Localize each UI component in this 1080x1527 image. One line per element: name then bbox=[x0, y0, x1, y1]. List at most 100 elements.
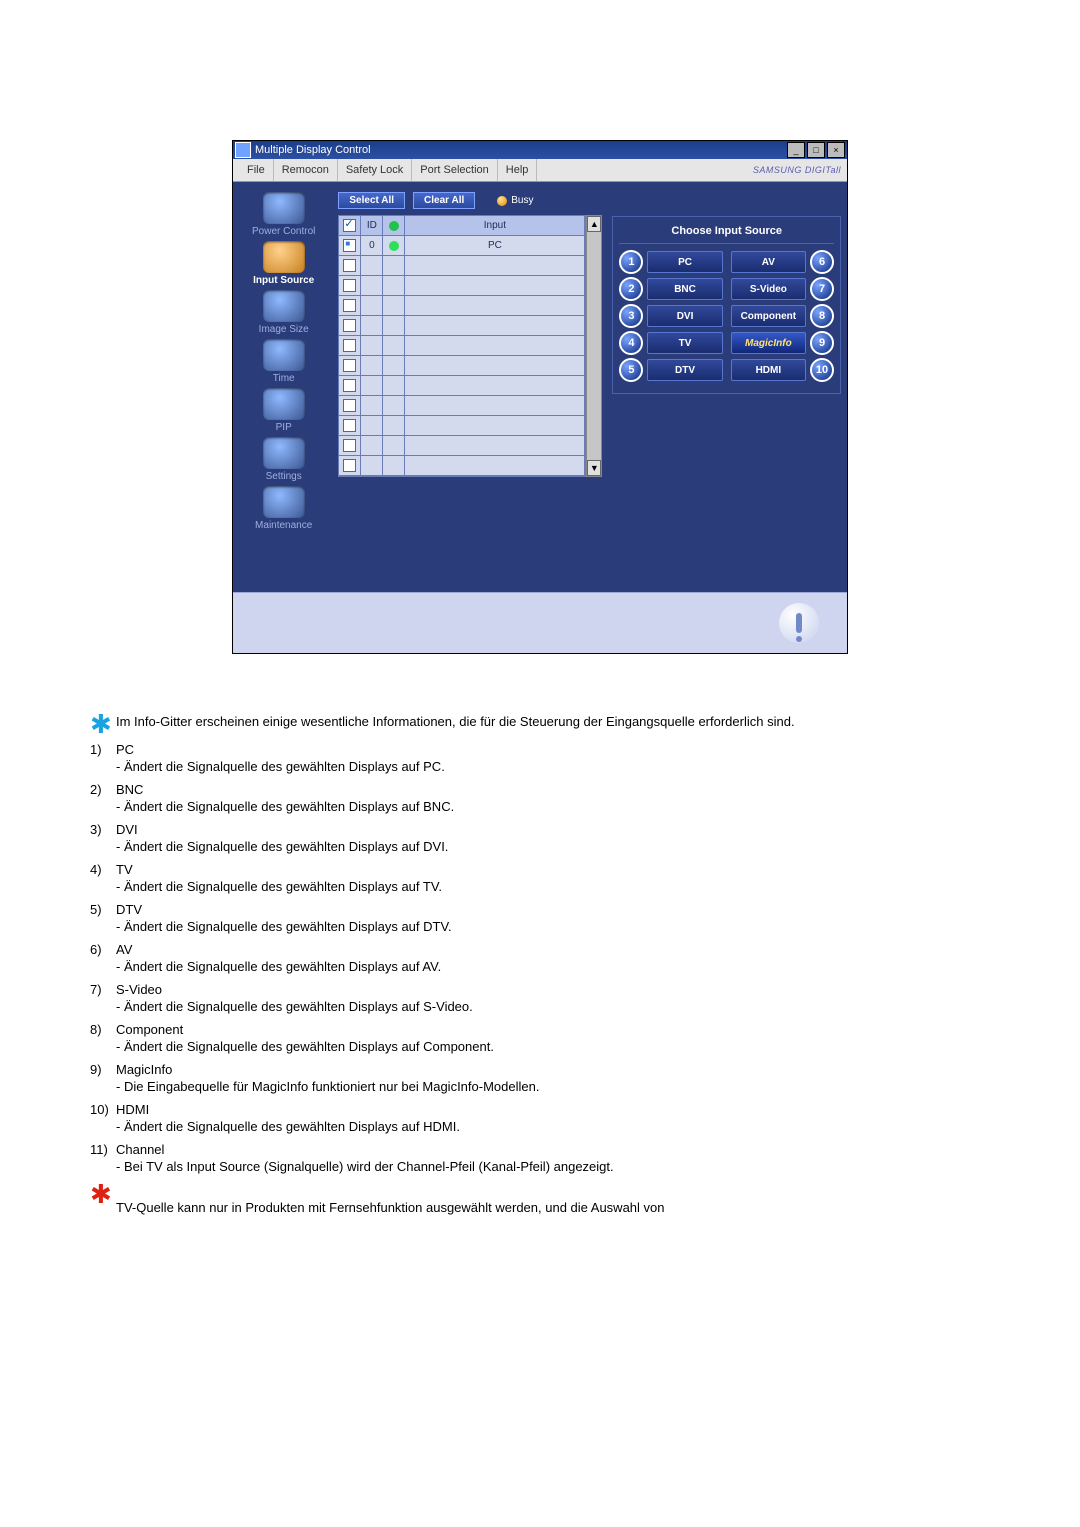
sidebar-item-label: Time bbox=[240, 373, 328, 384]
grid-row[interactable] bbox=[339, 276, 585, 296]
item-number: 7) bbox=[90, 982, 116, 1014]
source-number-9: 9 bbox=[810, 331, 834, 355]
item-number: 8) bbox=[90, 1022, 116, 1054]
menu-safety[interactable]: Safety Lock bbox=[338, 159, 412, 181]
row-checkbox[interactable] bbox=[343, 299, 356, 312]
select-all-button[interactable]: Select All bbox=[338, 192, 405, 209]
row-checkbox[interactable] bbox=[343, 399, 356, 412]
source-number-5: 5 bbox=[619, 358, 643, 382]
grid-row[interactable] bbox=[339, 396, 585, 416]
minimize-button[interactable]: _ bbox=[787, 142, 805, 158]
item-number: 5) bbox=[90, 902, 116, 934]
grid-header: ID Input bbox=[339, 216, 585, 236]
row-checkbox[interactable] bbox=[343, 359, 356, 372]
busy-icon bbox=[497, 196, 507, 206]
titlebar[interactable]: Multiple Display Control _ □ × bbox=[233, 141, 847, 159]
grid-row[interactable] bbox=[339, 356, 585, 376]
sidebar-item-settings[interactable]: Settings bbox=[240, 437, 328, 482]
item-title: MagicInfo bbox=[116, 1062, 995, 1077]
maximize-button[interactable]: □ bbox=[807, 142, 825, 158]
sidebar-item-input-source[interactable]: Input Source bbox=[240, 241, 328, 286]
close-button[interactable]: × bbox=[827, 142, 845, 158]
source-av-button[interactable]: AV bbox=[731, 251, 806, 273]
source-component-button[interactable]: Component bbox=[731, 305, 806, 327]
row-checkbox[interactable] bbox=[343, 339, 356, 352]
list-item: 11) Channel - Bei TV als Input Source (S… bbox=[90, 1142, 995, 1174]
col-header-check[interactable] bbox=[339, 216, 361, 236]
grid-row[interactable]: 0 PC bbox=[339, 236, 585, 256]
grid-row[interactable] bbox=[339, 376, 585, 396]
row-checkbox[interactable] bbox=[343, 459, 356, 472]
clear-all-button[interactable]: Clear All bbox=[413, 192, 475, 209]
item-desc: - Ändert die Signalquelle des gewählten … bbox=[116, 799, 995, 814]
sidebar-item-label: Input Source bbox=[240, 275, 328, 286]
sidebar-item-pip[interactable]: PIP bbox=[240, 388, 328, 433]
list-item: 3) DVI - Ändert die Signalquelle des gew… bbox=[90, 822, 995, 854]
col-header-id[interactable]: ID bbox=[361, 216, 383, 236]
scroll-down-icon[interactable]: ▼ bbox=[587, 460, 601, 476]
grid-row[interactable] bbox=[339, 316, 585, 336]
source-svideo-button[interactable]: S-Video bbox=[731, 278, 806, 300]
mdc-window: Multiple Display Control _ □ × File Remo… bbox=[232, 140, 848, 654]
list-item: 2) BNC - Ändert die Signalquelle des gew… bbox=[90, 782, 995, 814]
sidebar: Power Control Input Source Image Size Ti… bbox=[233, 182, 334, 592]
source-bnc-button[interactable]: BNC bbox=[647, 278, 722, 300]
row-checkbox[interactable] bbox=[343, 419, 356, 432]
grid-row[interactable] bbox=[339, 456, 585, 476]
grid-scrollbar[interactable]: ▲ ▼ bbox=[586, 215, 602, 477]
list-item: 5) DTV - Ändert die Signalquelle des gew… bbox=[90, 902, 995, 934]
row-checkbox[interactable] bbox=[343, 279, 356, 292]
list-item: 7) S-Video - Ändert die Signalquelle des… bbox=[90, 982, 995, 1014]
list-item: 9) MagicInfo - Die Eingabequelle für Mag… bbox=[90, 1062, 995, 1094]
col-header-input[interactable]: Input bbox=[405, 216, 585, 236]
brand-logo: SAMSUNG DIGITall bbox=[753, 165, 841, 175]
item-desc: - Ändert die Signalquelle des gewählten … bbox=[116, 1039, 995, 1054]
item-number: 10) bbox=[90, 1102, 116, 1134]
list-item: 6) AV - Ändert die Signalquelle des gewä… bbox=[90, 942, 995, 974]
source-pc-button[interactable]: PC bbox=[647, 251, 722, 273]
document-body: ✱ Im Info-Gitter erscheinen einige wesen… bbox=[90, 714, 995, 1215]
item-number: 3) bbox=[90, 822, 116, 854]
sidebar-item-label: Settings bbox=[240, 471, 328, 482]
maintenance-icon bbox=[263, 486, 305, 518]
menu-help[interactable]: Help bbox=[498, 159, 538, 181]
source-dvi-button[interactable]: DVI bbox=[647, 305, 722, 327]
row-checkbox[interactable] bbox=[343, 319, 356, 332]
sidebar-item-time[interactable]: Time bbox=[240, 339, 328, 384]
grid-row[interactable] bbox=[339, 256, 585, 276]
panel-title: Choose Input Source bbox=[619, 221, 834, 244]
source-number-6: 6 bbox=[810, 250, 834, 274]
sidebar-item-maintenance[interactable]: Maintenance bbox=[240, 486, 328, 531]
row-checkbox[interactable] bbox=[343, 439, 356, 452]
item-desc: - Bei TV als Input Source (Signalquelle)… bbox=[116, 1159, 995, 1174]
source-tv-button[interactable]: TV bbox=[647, 332, 722, 354]
row-checkbox[interactable] bbox=[343, 239, 356, 252]
image-size-icon bbox=[263, 290, 305, 322]
source-magicinfo-button[interactable]: MagicInfo bbox=[731, 332, 806, 354]
source-dtv-button[interactable]: DTV bbox=[647, 359, 722, 381]
item-number: 6) bbox=[90, 942, 116, 974]
sidebar-item-power-control[interactable]: Power Control bbox=[240, 192, 328, 237]
grid-row[interactable] bbox=[339, 416, 585, 436]
pip-icon bbox=[263, 388, 305, 420]
source-hdmi-button[interactable]: HDMI bbox=[731, 359, 806, 381]
menu-file[interactable]: File bbox=[239, 159, 274, 181]
source-number-4: 4 bbox=[619, 331, 643, 355]
row-checkbox[interactable] bbox=[343, 259, 356, 272]
star-icon: ✱ bbox=[90, 714, 110, 734]
menu-port[interactable]: Port Selection bbox=[412, 159, 497, 181]
sidebar-item-label: PIP bbox=[240, 422, 328, 433]
cell-id: 0 bbox=[361, 236, 383, 256]
main-panel: Select All Clear All Busy ID Input bbox=[334, 182, 606, 592]
grid-row[interactable] bbox=[339, 336, 585, 356]
col-header-status[interactable] bbox=[383, 216, 405, 236]
sidebar-item-image-size[interactable]: Image Size bbox=[240, 290, 328, 335]
item-number: 1) bbox=[90, 742, 116, 774]
scroll-up-icon[interactable]: ▲ bbox=[587, 216, 601, 232]
footnote-text: TV-Quelle kann nur in Produkten mit Fern… bbox=[116, 1184, 995, 1215]
grid-row[interactable] bbox=[339, 436, 585, 456]
grid-row[interactable] bbox=[339, 296, 585, 316]
menubar: File Remocon Safety Lock Port Selection … bbox=[233, 159, 847, 182]
row-checkbox[interactable] bbox=[343, 379, 356, 392]
menu-remocon[interactable]: Remocon bbox=[274, 159, 338, 181]
